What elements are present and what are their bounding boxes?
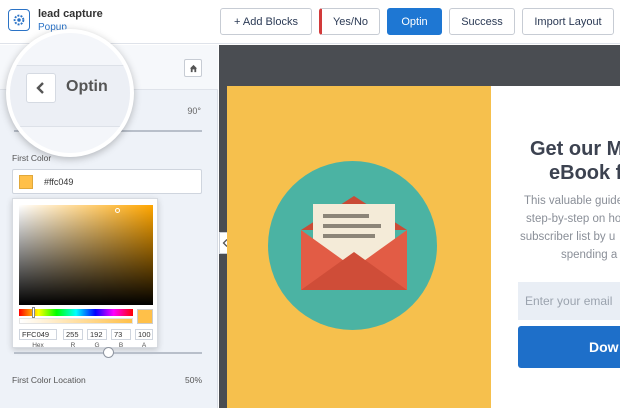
image-panel [227, 86, 491, 408]
home-button[interactable] [184, 59, 202, 77]
headline-line-2: eBook f [549, 162, 620, 184]
location-slider-thumb[interactable] [102, 347, 114, 358]
red-input[interactable]: 255 [63, 329, 83, 340]
yes-no-view-button[interactable]: Yes/No [319, 8, 380, 35]
body-line-2: step-by-step on ho [526, 213, 620, 225]
hex-input[interactable]: FFC049 [19, 329, 57, 340]
color-picker: FFC049 255 192 73 100 Hex R G B A [12, 198, 158, 349]
red-label: R [70, 342, 76, 349]
blue-input[interactable]: 73 [111, 329, 131, 340]
green-input[interactable]: 192 [87, 329, 107, 340]
first-color-location-value: 50% [185, 375, 203, 385]
hex-label: Hex [32, 342, 44, 349]
optin-view-button[interactable]: Optin [387, 8, 442, 35]
saturation-cursor[interactable] [115, 208, 120, 213]
magnifier-callout: Optin [6, 29, 134, 157]
color-preview-swatch [137, 309, 153, 324]
first-color-label: First Color [12, 153, 52, 163]
angle-value: 90° [187, 106, 201, 116]
envelope-icon [301, 196, 407, 290]
email-input[interactable]: Enter your email [518, 282, 620, 320]
campaign-title: lead capture [38, 8, 103, 20]
color-swatch [19, 175, 33, 189]
first-color-value: #ffc049 [44, 177, 74, 187]
settings-gear-button[interactable] [8, 9, 30, 31]
hue-slider[interactable] [19, 309, 133, 316]
first-color-location-label: First Color Location [12, 375, 86, 385]
body-line-3: subscriber list by u [520, 231, 616, 243]
chevron-left-icon [36, 82, 44, 94]
home-icon [189, 64, 197, 72]
body-line-1: This valuable guide [524, 195, 620, 207]
alpha-label: A [141, 342, 147, 349]
download-button[interactable]: Dow [518, 326, 620, 368]
blue-label: B [118, 342, 124, 349]
back-button[interactable] [26, 73, 56, 103]
alpha-input[interactable]: 100 [135, 329, 153, 340]
body-line-4: spending a s [561, 249, 620, 261]
saturation-value-area[interactable] [19, 205, 153, 305]
first-color-field[interactable]: #ffc049 [12, 169, 202, 194]
alpha-slider[interactable] [19, 318, 133, 324]
headline-line-1: Get our M [530, 138, 620, 160]
add-blocks-button[interactable]: + Add Blocks [220, 8, 312, 35]
import-layout-button[interactable]: Import Layout [522, 8, 614, 35]
success-view-button[interactable]: Success [449, 8, 515, 35]
breadcrumb-label: Optin [66, 78, 108, 95]
hue-marker[interactable] [32, 307, 35, 318]
gear-icon [13, 14, 25, 26]
